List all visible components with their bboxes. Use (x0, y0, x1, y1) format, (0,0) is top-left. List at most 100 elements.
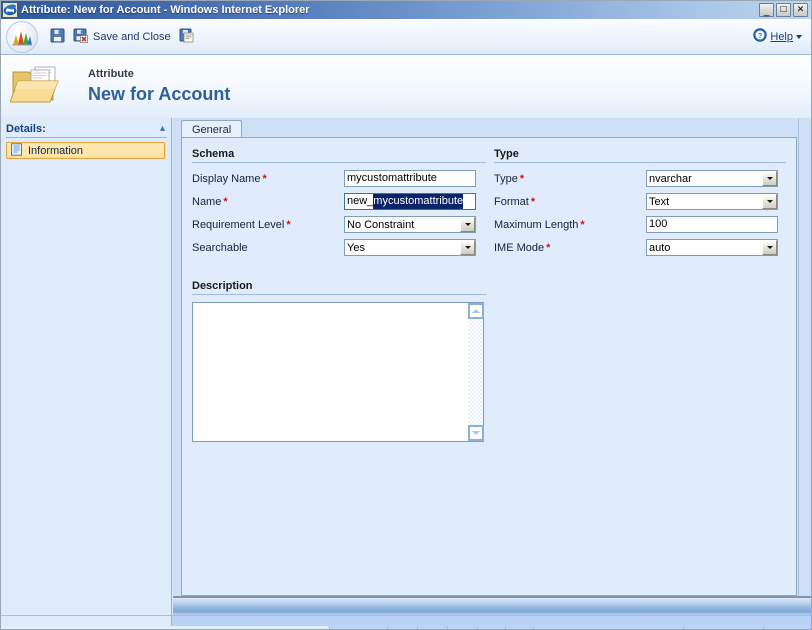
schema-section-title: Schema (192, 148, 486, 163)
save-floppy-icon (50, 28, 65, 46)
save-and-new-button[interactable] (175, 26, 198, 48)
toolbar: Save and Close ? Help (0, 19, 812, 55)
grip-segment (534, 626, 684, 630)
description-textarea-body[interactable] (193, 303, 467, 441)
help-question-icon: ? (753, 28, 768, 45)
requirement-level-dropdown[interactable]: No Constraint (344, 216, 476, 233)
format-value: Text (649, 195, 670, 208)
format-label-text: Format (494, 195, 529, 208)
entity-type-label: Attribute (88, 68, 134, 80)
maximum-length-input[interactable]: 100 (646, 216, 778, 233)
grip-segment (506, 626, 534, 630)
type-value: nvarchar (649, 172, 692, 185)
sidebar-item-label: Information (28, 144, 84, 157)
grip-segment (418, 626, 448, 630)
name-value-prefix: new_ (347, 195, 374, 207)
format-label: Format * (494, 196, 646, 208)
chevron-down-icon[interactable] (762, 240, 777, 255)
requirement-level-label-text: Requirement Level (192, 218, 285, 231)
chevron-down-icon[interactable] (762, 171, 777, 186)
chevron-down-icon[interactable] (762, 194, 777, 209)
format-dropdown[interactable]: Text (646, 193, 778, 210)
field-maximum-length: Maximum Length * 100 (494, 216, 786, 233)
type-dropdown[interactable]: nvarchar (646, 170, 778, 187)
description-section: Description (192, 280, 486, 442)
description-textarea[interactable] (192, 302, 484, 442)
searchable-dropdown[interactable]: Yes (344, 239, 476, 256)
browser-window: Attribute: New for Account - Windows Int… (0, 0, 812, 630)
window-controls: _ □ ✕ (759, 2, 808, 17)
name-label-text: Name (192, 195, 222, 208)
tab-general-label: General (192, 123, 232, 136)
maximize-button[interactable]: □ (776, 2, 791, 17)
sidebar-item-information[interactable]: Information (6, 142, 165, 159)
status-bar-segments (0, 626, 812, 630)
name-input[interactable]: new_ mycustomattribute (344, 193, 476, 210)
required-asterisk: * (262, 172, 267, 185)
details-label: Details: (6, 123, 46, 135)
svg-text:?: ? (758, 31, 763, 40)
open-folder-icon (9, 65, 66, 109)
tab-strip: General (181, 120, 243, 138)
description-scrollbar[interactable] (467, 303, 484, 441)
help-label: Help (770, 30, 793, 43)
content-right-rail (798, 118, 812, 618)
field-requirement-level: Requirement Level * No Constraint (192, 216, 486, 233)
display-name-label-text: Display Name (192, 172, 261, 185)
name-label: Name * (192, 196, 344, 208)
grip-segment (684, 626, 764, 630)
content-pane: General Schema Display Name * mycustomatt… (173, 118, 812, 618)
grip-segment (0, 626, 330, 630)
field-ime-mode: IME Mode * auto (494, 239, 786, 256)
ime-mode-value: auto (649, 241, 671, 254)
type-section-title: Type (494, 148, 786, 163)
display-name-input[interactable]: mycustomattribute (344, 170, 476, 187)
ime-mode-label: IME Mode * (494, 242, 646, 254)
scroll-down-arrow-icon[interactable] (468, 425, 484, 441)
minimize-button[interactable]: _ (759, 2, 774, 17)
save-and-close-button[interactable]: Save and Close (69, 26, 175, 48)
chevron-down-icon[interactable] (460, 217, 475, 232)
searchable-label: Searchable (192, 241, 248, 254)
searchable-value: Yes (347, 241, 365, 254)
maximize-icon: □ (780, 3, 787, 15)
details-header: Details: ▴ (6, 121, 167, 138)
name-value-selected: mycustomattribute (373, 194, 464, 209)
schema-section: Schema Display Name * mycustomattribute N… (192, 148, 486, 262)
maximum-length-value: 100 (649, 218, 668, 230)
chevron-up-icon[interactable]: ▴ (160, 124, 167, 134)
chevron-down-icon (796, 34, 802, 39)
required-asterisk: * (546, 241, 551, 254)
requirement-level-label: Requirement Level * (192, 219, 344, 231)
grip-segment (330, 626, 388, 630)
grip-segment (448, 626, 478, 630)
save-and-close-icon (73, 28, 89, 46)
save-and-new-icon (179, 28, 194, 46)
tab-general[interactable]: General (181, 120, 243, 138)
grip-segment-resize[interactable] (764, 626, 812, 630)
type-label: Type * (494, 173, 646, 185)
required-asterisk: * (530, 195, 536, 208)
chevron-down-icon[interactable] (460, 240, 475, 255)
form-bottom-bar (173, 598, 812, 615)
description-section-title: Description (192, 280, 486, 295)
window-title: Attribute: New for Account - Windows Int… (21, 3, 310, 16)
type-label-text: Type (494, 172, 518, 185)
save-button[interactable] (46, 26, 69, 48)
page-title: New for Account (88, 84, 231, 104)
header-text-block: Attribute New for Account (88, 67, 230, 106)
help-button[interactable]: ? Help (753, 28, 802, 45)
maximum-length-label: Maximum Length * (494, 219, 646, 231)
maximum-length-label-text: Maximum Length (494, 218, 579, 231)
ime-mode-label-text: IME Mode (494, 241, 545, 254)
close-button[interactable]: ✕ (793, 2, 808, 17)
requirement-level-value: No Constraint (347, 218, 415, 231)
field-searchable: Searchable Yes (192, 239, 486, 256)
information-page-icon (10, 142, 23, 159)
scroll-up-arrow-icon[interactable] (468, 303, 484, 319)
ime-mode-dropdown[interactable]: auto (646, 239, 778, 256)
type-section: Type Type * nvarchar Format * Text Maxim… (494, 148, 786, 262)
grip-segment (478, 626, 506, 630)
minimize-icon: _ (763, 5, 770, 17)
details-sidebar: Details: ▴ Information (0, 118, 172, 618)
